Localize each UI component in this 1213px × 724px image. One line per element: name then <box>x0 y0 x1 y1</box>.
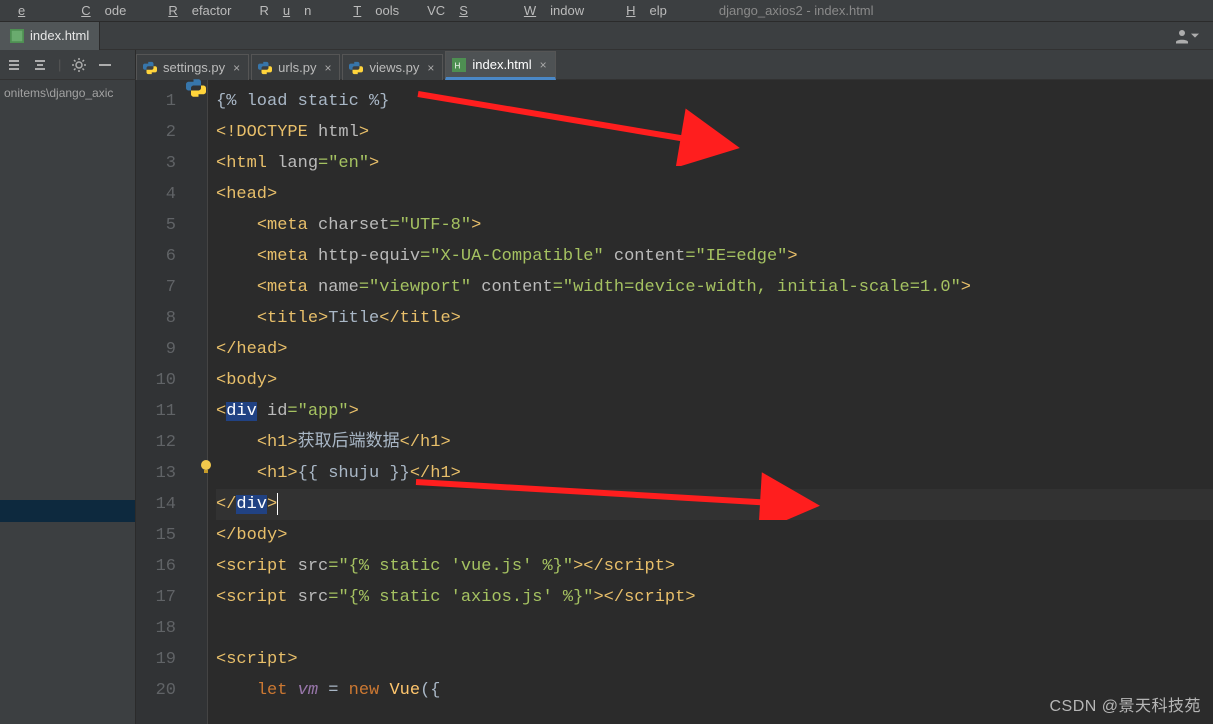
line-number-gutter: 123 456 789 101112 131415 161718 1920 <box>136 80 190 724</box>
project-path: onitems\django_axic <box>0 86 135 100</box>
menu-item[interactable]: Help <box>612 3 681 18</box>
editor-tabs: settings.py × urls.py × views.py × H ind… <box>136 50 1213 80</box>
user-menu-button[interactable] <box>1173 27 1199 45</box>
editor-tab-label: settings.py <box>163 60 225 75</box>
close-icon[interactable]: × <box>233 61 240 75</box>
collapse-icon[interactable] <box>6 57 22 73</box>
editor-tab-views[interactable]: views.py × <box>342 54 443 80</box>
editor-tab-label: index.html <box>472 57 531 72</box>
fold-gutter[interactable] <box>190 80 208 724</box>
nav-tab[interactable]: index.html <box>0 22 100 50</box>
toolbar-row: | settings.py × urls.py × views.py × H i… <box>0 50 1213 80</box>
code-editor[interactable]: 123 456 789 101112 131415 161718 1920 {%… <box>136 80 1213 724</box>
window-title: django_axios2 - index.html <box>719 3 874 18</box>
python-file-icon <box>143 61 157 75</box>
editor-tab-index[interactable]: H index.html × <box>445 51 555 80</box>
navigation-bar: index.html <box>0 22 1213 50</box>
close-icon[interactable]: × <box>540 58 547 72</box>
intention-bulb-icon[interactable] <box>198 458 214 474</box>
python-file-icon <box>349 61 363 75</box>
hide-icon[interactable] <box>97 57 113 73</box>
svg-text:H: H <box>455 61 461 70</box>
close-icon[interactable]: × <box>324 61 331 75</box>
expand-icon[interactable] <box>32 57 48 73</box>
menu-item[interactable]: Run <box>259 3 325 18</box>
watermark: CSDN @景天科技苑 <box>1049 692 1201 716</box>
menu-item[interactable]: Tools <box>339 3 413 18</box>
close-icon[interactable]: × <box>427 61 434 75</box>
selected-tree-item[interactable] <box>0 500 135 522</box>
gear-icon[interactable] <box>71 57 87 73</box>
menu-item[interactable]: Code <box>67 3 140 18</box>
menu-item[interactable]: VCS <box>427 3 496 18</box>
python-file-icon <box>186 78 206 98</box>
project-tree-pane[interactable]: onitems\django_axic <box>0 80 136 724</box>
nav-tab-label: index.html <box>30 28 89 43</box>
editor-tab-urls[interactable]: urls.py × <box>251 54 340 80</box>
code-area[interactable]: {% load static %} <!DOCTYPE html> <html … <box>208 80 1213 724</box>
project-toolbar: | <box>0 50 136 79</box>
menu-item[interactable]: Window <box>510 3 598 18</box>
editor-tab-settings[interactable]: settings.py × <box>136 54 249 80</box>
html-file-icon <box>10 29 24 43</box>
python-file-icon <box>258 61 272 75</box>
menu-item[interactable]: e <box>4 3 53 18</box>
editor-tab-label: views.py <box>369 60 419 75</box>
menu-bar: e Code Refactor Run Tools VCS Window Hel… <box>0 0 1213 22</box>
menu-item[interactable]: Refactor <box>154 3 245 18</box>
html-file-icon: H <box>452 58 466 72</box>
editor-tab-label: urls.py <box>278 60 316 75</box>
